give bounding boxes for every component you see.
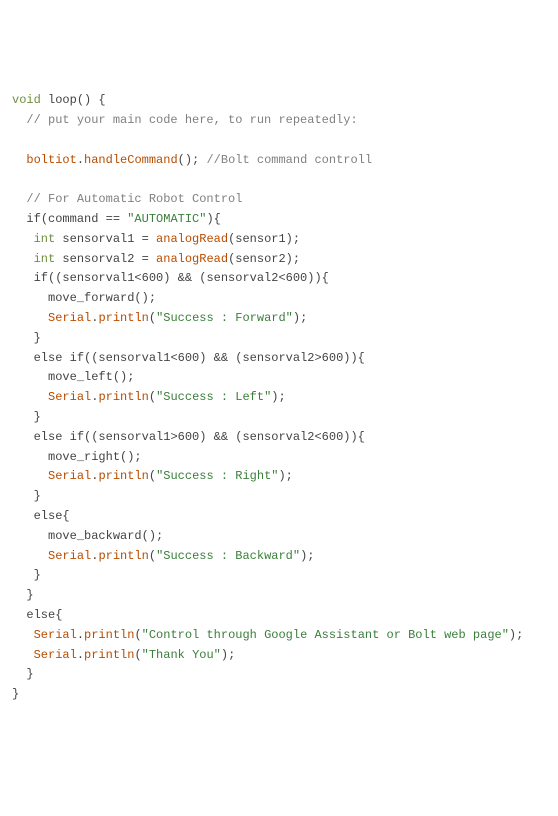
method-println: println <box>98 390 148 404</box>
stmt-move-forward: move_forward(); <box>48 291 156 305</box>
brace-close: } <box>34 568 41 582</box>
brace-open: { <box>62 509 69 523</box>
paren-open: ( <box>149 390 156 404</box>
string-literal: "Success : Right" <box>156 469 278 483</box>
function-name: loop <box>48 93 77 107</box>
string-literal: "Success : Forward" <box>156 311 293 325</box>
keyword-if: if <box>26 212 40 226</box>
paren-open: ( <box>134 648 141 662</box>
keyword-else: else <box>26 608 55 622</box>
paren-close: ); <box>271 390 285 404</box>
paren-close: ); <box>293 311 307 325</box>
paren-open: ( <box>134 628 141 642</box>
method-println: println <box>84 628 134 642</box>
method-handlecommand: handleCommand <box>84 153 178 167</box>
paren-open: ( <box>149 469 156 483</box>
keyword-elseif: else if <box>34 351 84 365</box>
args: (sensor2); <box>228 252 300 266</box>
keyword-void: void <box>12 93 41 107</box>
stmt-move-left: move_left(); <box>48 370 134 384</box>
cond: (command == <box>41 212 127 226</box>
object-serial: Serial <box>48 390 91 404</box>
string-literal: "Success : Backward" <box>156 549 300 563</box>
cond: ((sensorval1<600) && (sensorval2<600)){ <box>48 271 329 285</box>
keyword-int: int <box>34 232 56 246</box>
comment: //Bolt command controll <box>199 153 372 167</box>
args: (sensor1); <box>228 232 300 246</box>
brace-close: } <box>34 331 41 345</box>
keyword-else: else <box>34 509 63 523</box>
method-println: println <box>98 311 148 325</box>
object-serial: Serial <box>48 549 91 563</box>
code-snippet: void loop() { // put your main code here… <box>12 91 546 705</box>
brace-close: } <box>26 588 33 602</box>
method-println: println <box>98 469 148 483</box>
call-parens: (); <box>178 153 200 167</box>
object-serial: Serial <box>48 311 91 325</box>
brace-open: { <box>55 608 62 622</box>
cond-close: ){ <box>206 212 220 226</box>
punct: () { <box>77 93 106 107</box>
brace-close: } <box>34 489 41 503</box>
keyword-if: if <box>34 271 48 285</box>
stmt-move-backward: move_backward(); <box>48 529 163 543</box>
paren-open: ( <box>149 311 156 325</box>
object-serial: Serial <box>34 628 77 642</box>
dot: . <box>77 648 84 662</box>
paren-close: ); <box>300 549 314 563</box>
paren-close: ); <box>221 648 235 662</box>
cond: ((sensorval1>600) && (sensorval2<600)){ <box>84 430 365 444</box>
string-literal: "Success : Left" <box>156 390 271 404</box>
fn-analogread: analogRead <box>156 252 228 266</box>
var-decl: sensorval1 = <box>55 232 156 246</box>
paren-open: ( <box>149 549 156 563</box>
dot: . <box>77 153 84 167</box>
string-literal: "Thank You" <box>142 648 221 662</box>
keyword-elseif: else if <box>34 430 84 444</box>
comment: // For Automatic Robot Control <box>26 192 242 206</box>
string-literal: "AUTOMATIC" <box>127 212 206 226</box>
dot: . <box>77 628 84 642</box>
object-serial: Serial <box>48 469 91 483</box>
string-literal: "Control through Google Assistant or Bol… <box>142 628 509 642</box>
method-println: println <box>98 549 148 563</box>
paren-close: ); <box>509 628 523 642</box>
fn-analogread: analogRead <box>156 232 228 246</box>
object-serial: Serial <box>34 648 77 662</box>
keyword-int: int <box>34 252 56 266</box>
method-println: println <box>84 648 134 662</box>
brace-close: } <box>26 667 33 681</box>
var-decl: sensorval2 = <box>55 252 156 266</box>
stmt-move-right: move_right(); <box>48 450 142 464</box>
cond: ((sensorval1<600) && (sensorval2>600)){ <box>84 351 365 365</box>
brace-close: } <box>34 410 41 424</box>
paren-close: ); <box>278 469 292 483</box>
comment: // put your main code here, to run repea… <box>26 113 357 127</box>
brace-close: } <box>12 687 19 701</box>
object-boltiot: boltiot <box>26 153 76 167</box>
